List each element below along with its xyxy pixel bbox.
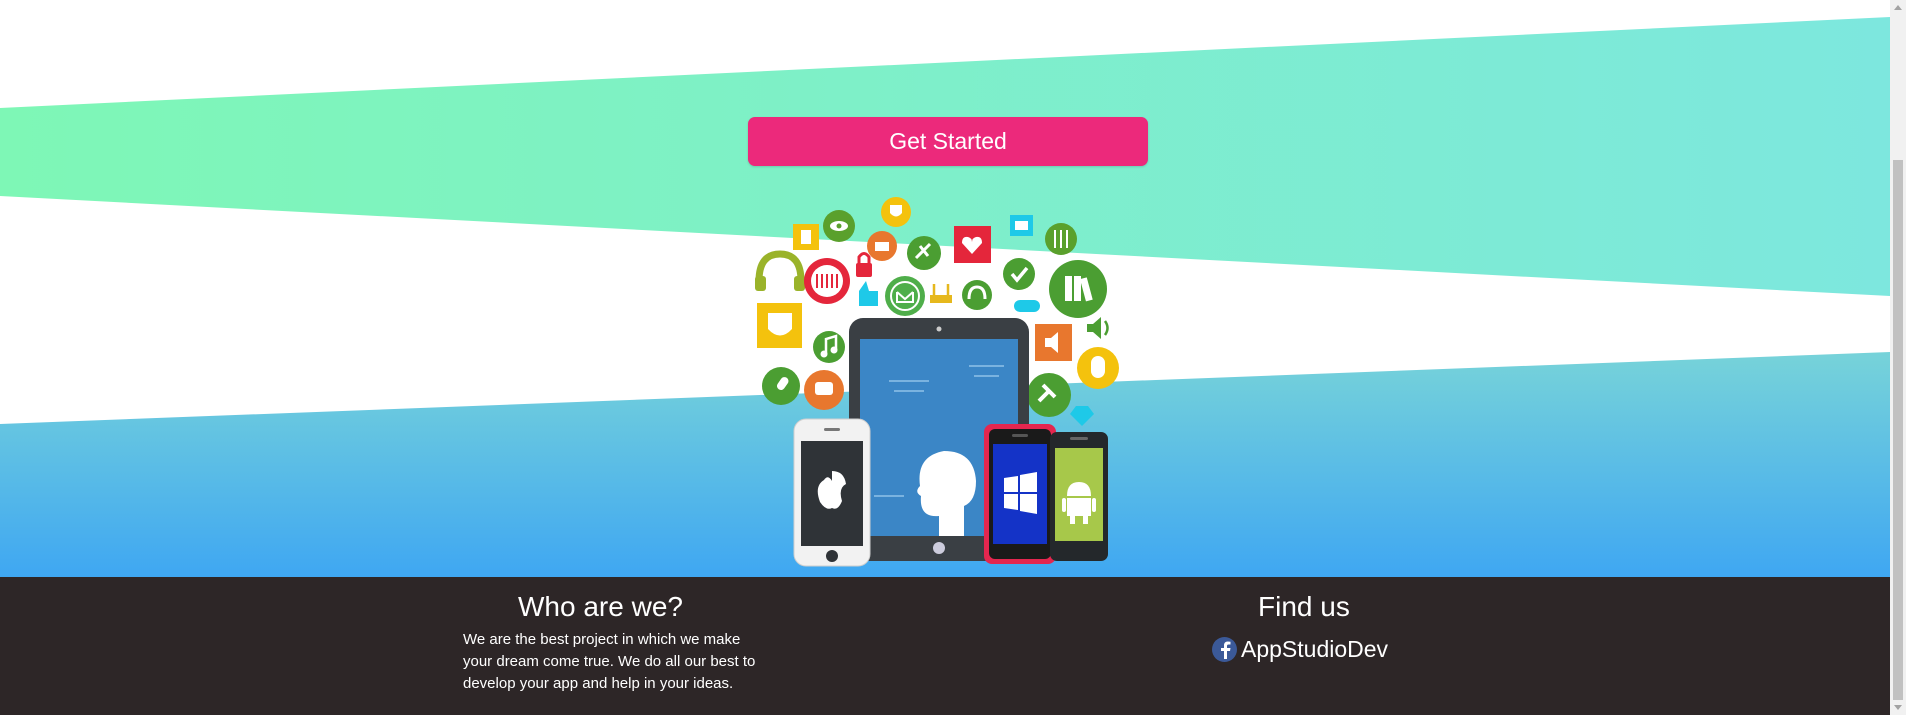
shield-yellow-icon: [757, 303, 802, 348]
mouse-icon: [1077, 347, 1119, 389]
router-icon: [930, 284, 952, 303]
satellite-icon: [907, 236, 941, 270]
music-note-icon: [813, 331, 845, 363]
equalizer-icon: [804, 258, 850, 304]
headset-icon: [962, 280, 992, 310]
page-scrollbar[interactable]: [1890, 0, 1906, 715]
pin-icon: [1027, 373, 1071, 417]
iphone-device: [793, 418, 871, 567]
app-devices-illustration: [755, 197, 1119, 567]
hero-section: Get Started: [0, 0, 1890, 577]
who-are-we-heading: Who are we?: [518, 591, 683, 622]
lock-icon: [856, 252, 872, 277]
volume-icon: [1087, 317, 1109, 339]
who-are-we-text: We are the best project in which we make…: [463, 631, 756, 692]
scroll-up-arrow-icon[interactable]: [1894, 5, 1902, 10]
windows-phone-device: [984, 424, 1056, 564]
footer: Who are we? We are the best project in w…: [0, 577, 1890, 715]
get-started-button[interactable]: Get Started: [748, 117, 1148, 166]
find-us-heading: Find us: [1258, 591, 1350, 622]
scroll-down-arrow-icon[interactable]: [1894, 705, 1902, 710]
chat-icon: [804, 370, 844, 410]
diamond-icon: [1070, 406, 1094, 426]
facebook-label: AppStudioDev: [1241, 636, 1389, 662]
facebook-icon: [1212, 637, 1237, 662]
mail-icon: [885, 276, 925, 316]
gamepad-icon: [1014, 300, 1040, 312]
eye-icon: [823, 210, 855, 242]
headphones-icon: [755, 250, 805, 291]
facebook-link[interactable]: AppStudioDev: [1212, 636, 1388, 663]
calculator-icon: [793, 224, 819, 250]
sliders-icon: [1045, 223, 1077, 255]
shield-icon: [881, 197, 911, 227]
scrollbar-thumb[interactable]: [1893, 160, 1903, 700]
thumbs-up-icon: [859, 281, 878, 306]
speaker-icon: [1035, 324, 1072, 361]
id-card-icon: [1010, 215, 1033, 236]
books-icon: [1049, 260, 1107, 318]
heart-icon: [954, 226, 991, 263]
camera-icon: [867, 231, 897, 261]
android-phone-device: [1050, 432, 1108, 561]
microphone-icon: [762, 367, 800, 405]
check-icon: [1003, 258, 1035, 290]
